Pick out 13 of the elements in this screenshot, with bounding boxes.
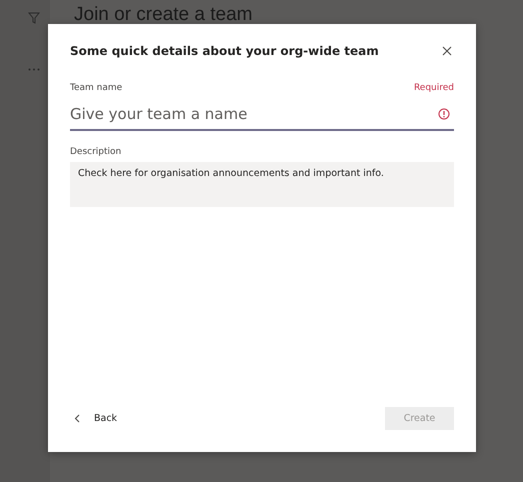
close-button[interactable] <box>440 44 454 58</box>
team-name-field[interactable]: Give your team a name <box>70 99 454 131</box>
warning-icon <box>438 108 450 120</box>
page-heading: Join or create a team <box>74 5 254 25</box>
back-button[interactable]: Back <box>70 413 118 424</box>
filter-icon[interactable] <box>28 12 40 24</box>
chevron-icon <box>74 414 80 423</box>
dialog-title: Some quick details about your org-wide team <box>70 44 379 58</box>
more-icon[interactable] <box>28 68 40 71</box>
field-label: Team name <box>70 83 122 93</box>
field-label: Description <box>70 147 122 157</box>
description-field[interactable]: Check here for organisation announcements and important info. <box>70 162 454 207</box>
required-label: Required <box>414 83 454 93</box>
